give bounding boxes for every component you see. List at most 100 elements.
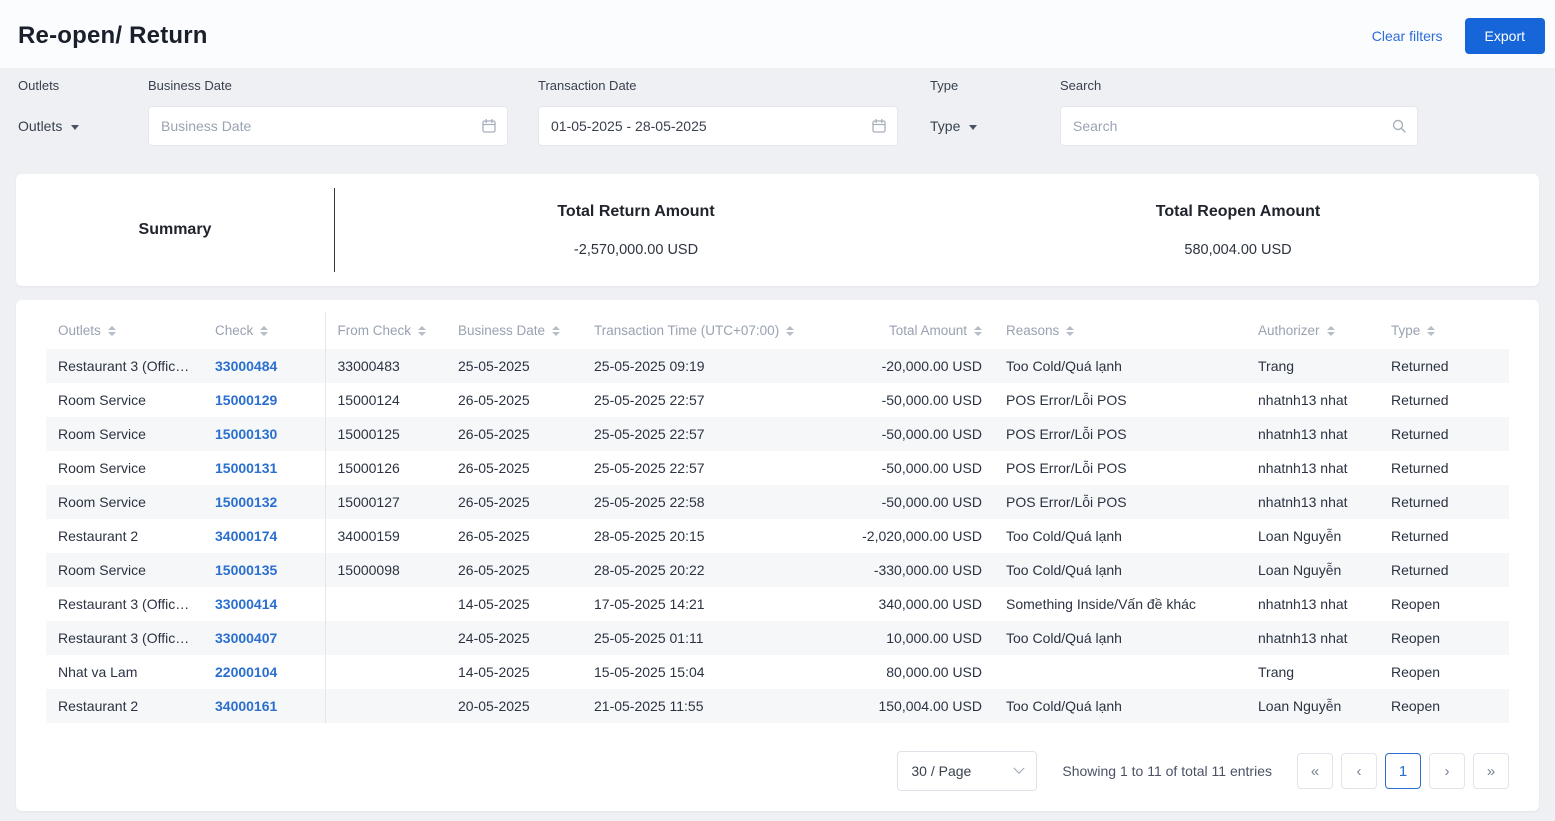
- page-header: Re-open/ Return Clear filters Export: [0, 0, 1555, 68]
- sort-icon[interactable]: [974, 326, 982, 336]
- outlets-filter-label: Outlets: [18, 78, 148, 93]
- cell-type: Reopen: [1379, 655, 1509, 689]
- cell-authorizer: nhatnh13 nhat: [1246, 417, 1379, 451]
- table-body: Restaurant 3 (Official) 33000484 3300048…: [46, 349, 1509, 723]
- cell-total-amount: -330,000.00 USD: [844, 553, 994, 587]
- check-link[interactable]: 22000104: [215, 664, 277, 680]
- cell-from-check: 15000098: [325, 553, 446, 587]
- next-page-button[interactable]: ›: [1429, 753, 1465, 789]
- cell-reasons: [994, 655, 1246, 689]
- cell-from-check: [325, 621, 446, 655]
- transaction-date-filter: Transaction Date: [538, 78, 898, 146]
- cell-total-amount: 80,000.00 USD: [844, 655, 994, 689]
- check-link[interactable]: 15000135: [215, 562, 277, 578]
- check-link[interactable]: 15000129: [215, 392, 277, 408]
- summary-card: Summary Total Return Amount -2,570,000.0…: [16, 174, 1539, 286]
- type-select-value: Type: [930, 118, 960, 134]
- column-header-from-check[interactable]: From Check: [325, 312, 446, 349]
- column-header-reasons[interactable]: Reasons: [994, 312, 1246, 349]
- business-date-input[interactable]: [148, 106, 508, 146]
- cell-authorizer: nhatnh13 nhat: [1246, 587, 1379, 621]
- check-link[interactable]: 34000161: [215, 698, 277, 714]
- column-label: Type: [1391, 323, 1420, 338]
- prev-page-button[interactable]: ‹: [1341, 753, 1377, 789]
- cell-type: Returned: [1379, 349, 1509, 383]
- check-link[interactable]: 33000407: [215, 630, 277, 646]
- table-row: Restaurant 3 (Official) 33000407 24-05-2…: [46, 621, 1509, 655]
- column-header-authorizer[interactable]: Authorizer: [1246, 312, 1379, 349]
- outlets-select[interactable]: Outlets: [18, 106, 148, 146]
- sort-icon[interactable]: [108, 326, 116, 336]
- cell-business-date: 26-05-2025: [446, 417, 582, 451]
- type-select[interactable]: Type: [930, 106, 1060, 146]
- column-header-check[interactable]: Check: [203, 312, 325, 349]
- cell-outlets: Room Service: [46, 417, 203, 451]
- cell-total-amount: 150,004.00 USD: [844, 689, 994, 723]
- metric-label: Total Return Amount: [557, 203, 714, 221]
- cell-check: 15000135: [203, 553, 325, 587]
- cell-outlets: Nhat va Lam: [46, 655, 203, 689]
- cell-from-check: 33000483: [325, 349, 446, 383]
- sort-icon[interactable]: [260, 326, 268, 336]
- cell-reasons: Something Inside/Vấn đề khác: [994, 587, 1246, 621]
- sort-icon[interactable]: [1327, 326, 1335, 336]
- cell-reasons: POS Error/Lỗi POS: [994, 451, 1246, 485]
- cell-from-check: [325, 587, 446, 621]
- cell-from-check: [325, 689, 446, 723]
- cell-transaction-time: 25-05-2025 22:58: [582, 485, 844, 519]
- column-header-total-amount[interactable]: Total Amount: [844, 312, 994, 349]
- column-header-outlets[interactable]: Outlets: [46, 312, 203, 349]
- sort-icon[interactable]: [418, 326, 426, 336]
- check-link[interactable]: 15000131: [215, 460, 277, 476]
- check-link[interactable]: 34000174: [215, 528, 277, 544]
- cell-outlets: Restaurant 2: [46, 689, 203, 723]
- table-row: Room Service 15000132 15000127 26-05-202…: [46, 485, 1509, 519]
- table-footer: 30 / Page Showing 1 to 11 of total 11 en…: [46, 751, 1509, 791]
- export-button[interactable]: Export: [1465, 18, 1545, 54]
- cell-authorizer: nhatnh13 nhat: [1246, 451, 1379, 485]
- first-page-button[interactable]: «: [1297, 753, 1333, 789]
- search-input[interactable]: [1060, 106, 1418, 146]
- check-link[interactable]: 33000484: [215, 358, 277, 374]
- column-header-transaction-time[interactable]: Transaction Time (UTC+07:00): [582, 312, 844, 349]
- cell-total-amount: 340,000.00 USD: [844, 587, 994, 621]
- cell-reasons: Too Cold/Quá lạnh: [994, 689, 1246, 723]
- cell-business-date: 25-05-2025: [446, 349, 582, 383]
- check-link[interactable]: 15000132: [215, 494, 277, 510]
- sort-icon[interactable]: [786, 326, 794, 336]
- column-header-business-date[interactable]: Business Date: [446, 312, 582, 349]
- cell-from-check: [325, 655, 446, 689]
- last-page-button[interactable]: »: [1473, 753, 1509, 789]
- page-title: Re-open/ Return: [18, 22, 208, 50]
- page-1-button[interactable]: 1: [1385, 753, 1421, 789]
- cell-check: 15000130: [203, 417, 325, 451]
- check-link[interactable]: 15000130: [215, 426, 277, 442]
- sort-icon[interactable]: [552, 326, 560, 336]
- table-header-row: Outlets Check From Check Business Date T…: [46, 312, 1509, 349]
- metric-value: -2,570,000.00 USD: [574, 242, 698, 258]
- cell-check: 15000132: [203, 485, 325, 519]
- page-size-value: 30 / Page: [911, 763, 971, 779]
- cell-business-date: 26-05-2025: [446, 451, 582, 485]
- cell-transaction-time: 21-05-2025 11:55: [582, 689, 844, 723]
- cell-transaction-time: 25-05-2025 22:57: [582, 383, 844, 417]
- transaction-date-label: Transaction Date: [538, 78, 898, 93]
- transaction-date-input[interactable]: [538, 106, 898, 146]
- cell-transaction-time: 25-05-2025 09:19: [582, 349, 844, 383]
- column-label: From Check: [338, 323, 412, 338]
- table-row: Room Service 15000130 15000125 26-05-202…: [46, 417, 1509, 451]
- cell-type: Returned: [1379, 383, 1509, 417]
- total-reopen-metric: Total Reopen Amount 580,004.00 USD: [937, 203, 1539, 258]
- page-size-select[interactable]: 30 / Page: [897, 751, 1037, 791]
- column-label: Transaction Time (UTC+07:00): [594, 323, 779, 338]
- sort-icon[interactable]: [1066, 326, 1074, 336]
- check-link[interactable]: 33000414: [215, 596, 277, 612]
- clear-filters-link[interactable]: Clear filters: [1372, 28, 1443, 44]
- cell-total-amount: -50,000.00 USD: [844, 383, 994, 417]
- sort-icon[interactable]: [1427, 326, 1435, 336]
- column-header-type[interactable]: Type: [1379, 312, 1509, 349]
- cell-business-date: 14-05-2025: [446, 587, 582, 621]
- cell-type: Reopen: [1379, 587, 1509, 621]
- cell-outlets: Restaurant 3 (Official): [46, 349, 203, 383]
- cell-reasons: Too Cold/Quá lạnh: [994, 553, 1246, 587]
